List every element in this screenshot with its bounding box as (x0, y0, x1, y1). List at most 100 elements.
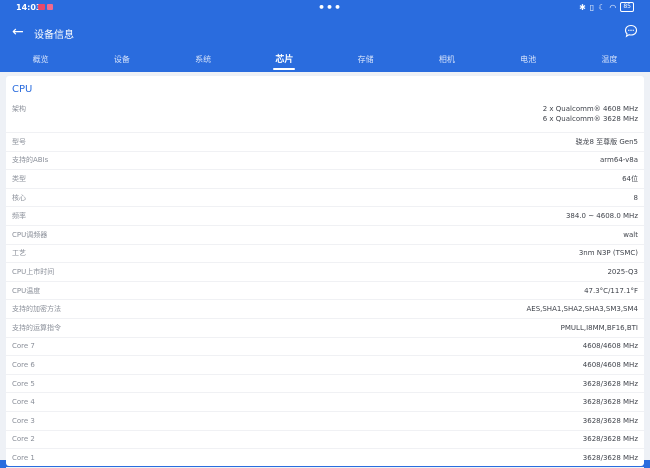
vibrate-icon: ▯ (589, 2, 595, 12)
info-row-value: 3628/3628 MHz (583, 379, 638, 389)
info-row: CPU调频器 walt (6, 226, 644, 245)
info-row-value-line: walt (623, 230, 638, 239)
info-row-value: 2 x Qualcomm® 4608 MHz 6 x Qualcomm® 3628… (543, 104, 638, 124)
info-row: 型号 骁龙8 至尊版 Gen5 (6, 133, 644, 152)
tab-battery[interactable]: 电池 (488, 50, 569, 70)
info-row-value: 384.0 ~ 4608.0 MHz (566, 211, 638, 221)
info-row-label: CPU上市时间 (12, 267, 55, 276)
info-row-value: 4608/4608 MHz (583, 360, 638, 370)
info-row-label: 工艺 (12, 249, 26, 258)
info-row-value-line: 8 (633, 193, 638, 202)
more-dots-icon[interactable]: ••• (318, 1, 342, 14)
info-row: 支持的加密方法 AES,SHA1,SHA2,SHA3,SM3,SM4 (6, 300, 644, 319)
info-row-value-line: 64位 (622, 174, 638, 183)
info-row-value: arm64-v8a (600, 155, 638, 165)
info-row-label: 架构 (12, 105, 26, 113)
info-row-value: 骁龙8 至尊版 Gen5 (575, 137, 638, 147)
info-row-value-line: arm64-v8a (600, 156, 638, 165)
tab-chip[interactable]: 芯片 (244, 50, 325, 70)
info-row-value: 4608/4608 MHz (583, 341, 638, 351)
info-row-label: 类型 (12, 174, 26, 183)
info-row-label: 频率 (12, 212, 26, 221)
info-row-label: 支持的加密方法 (12, 305, 61, 314)
info-row-value-line: 2 x Qualcomm® 4608 MHz (542, 105, 638, 113)
info-row-value-line: 384.0 ~ 4608.0 MHz (565, 212, 638, 221)
info-row-value: 3628/3628 MHz (583, 397, 638, 407)
tab-system[interactable]: 系统 (163, 50, 244, 70)
info-row: CPU温度 47.3°C/117.1°F (6, 282, 644, 301)
moon-icon: ☾ (598, 2, 606, 12)
info-row-value: 2025-Q3 (607, 267, 638, 277)
info-row: Core 6 4608/4608 MHz (6, 356, 644, 375)
info-row: 频率 384.0 ~ 4608.0 MHz (6, 207, 644, 226)
cpu-card: CPU 架构 2 x Qualcomm® 4608 MHz 6 x Qualcomm… (6, 76, 644, 468)
info-row-label: Core 5 (12, 379, 35, 388)
info-row-label: 型号 (12, 137, 26, 146)
info-row: Core 4 3628/3628 MHz (6, 393, 644, 412)
info-row: 核心 8 (6, 189, 644, 208)
info-row: Core 2 3628/3628 MHz (6, 431, 644, 450)
tab-overview[interactable]: 概览 (0, 50, 81, 70)
info-row-label: Core 4 (12, 398, 35, 407)
info-row-value-line: 骁龙8 至尊版 Gen5 (575, 137, 638, 146)
info-row-value-line: 3628/3628 MHz (582, 398, 638, 407)
info-row-label: Core 3 (12, 416, 35, 425)
info-row-value-line: 3628/3628 MHz (582, 453, 638, 462)
tab-bar: 概览 设备 系统 芯片 存储 相机 电池 温度 (0, 50, 650, 70)
back-arrow-icon[interactable]: ← (12, 24, 24, 40)
info-row: Core 7 4608/4608 MHz (6, 338, 644, 357)
cpu-info-list: 架构 2 x Qualcomm® 4608 MHz 6 x Qualcomm® 36… (6, 102, 644, 468)
info-row-value-line: 6 x Qualcomm® 3628 MHz (542, 115, 638, 123)
content-area: CPU 架构 2 x Qualcomm® 4608 MHz 6 x Qualcomm… (0, 72, 650, 468)
info-row-label: Core 6 (12, 360, 35, 369)
info-row-value-line: 3nm N3P (TSMC) (578, 249, 638, 258)
info-row: 支持的运算指令 PMULL,I8MM,BF16,BTI (6, 319, 644, 338)
info-row-value: PMULL,I8MM,BF16,BTI (561, 323, 638, 333)
info-row-value-line: PMULL,I8MM,BF16,BTI (560, 323, 638, 332)
info-row-value-line: 3628/3628 MHz (582, 379, 638, 388)
info-row-value-line: 3628/3628 MHz (582, 435, 638, 444)
info-row-value: 8 (634, 193, 638, 203)
info-row-label: CPU温度 (12, 286, 41, 295)
info-row: 支持的ABIs arm64-v8a (6, 152, 644, 171)
app-bar: ← 设备信息 (0, 16, 650, 50)
info-row-value-line: 2025-Q3 (607, 267, 638, 276)
bluetooth-icon: ✱ (579, 2, 586, 12)
info-row-value: AES,SHA1,SHA2,SHA3,SM3,SM4 (526, 304, 638, 314)
info-row: Core 3 3628/3628 MHz (6, 412, 644, 431)
info-row-value: 3628/3628 MHz (583, 416, 638, 426)
info-row: Core 5 3628/3628 MHz (6, 375, 644, 394)
tab-device[interactable]: 设备 (81, 50, 162, 70)
info-row-value: walt (623, 230, 638, 240)
info-row: 类型 64位 (6, 170, 644, 189)
info-row: 架构 2 x Qualcomm® 4608 MHz 6 x Qualcomm® 36… (6, 102, 644, 133)
info-row-value-line: 4608/4608 MHz (582, 360, 638, 369)
info-row-value: 3628/3628 MHz (583, 453, 638, 463)
wifi-icon: ◠ (609, 2, 617, 12)
app-notification-icon (47, 4, 53, 10)
status-bar: 14:03 ••• ✱ ▯ ☾ ◠ 85 (0, 0, 650, 16)
info-row-value: 3nm N3P (TSMC) (579, 248, 638, 258)
info-row: CPU上市时间 2025-Q3 (6, 263, 644, 282)
info-row-value: 47.3°C/117.1°F (584, 286, 638, 296)
info-row-label: 支持的运算指令 (12, 323, 61, 332)
info-row-value-line: 3628/3628 MHz (582, 416, 638, 425)
info-row: 工艺 3nm N3P (TSMC) (6, 245, 644, 264)
info-row-value: 64位 (622, 174, 638, 184)
tab-storage[interactable]: 存储 (325, 50, 406, 70)
status-icons: ✱ ▯ ☾ ◠ 85 (579, 2, 634, 12)
info-row: Core 1 3628/3628 MHz (6, 449, 644, 468)
info-row-value-line: 47.3°C/117.1°F (584, 286, 638, 295)
info-row-label: 支持的ABIs (12, 156, 49, 165)
tab-camera[interactable]: 相机 (406, 50, 487, 70)
tab-temperature[interactable]: 温度 (569, 50, 650, 70)
info-row-label: CPU调频器 (12, 230, 48, 239)
app-notification-icon (38, 4, 45, 10)
notification-icons (38, 4, 53, 10)
info-row-label: Core 2 (12, 435, 35, 444)
info-row-label: Core 1 (12, 453, 35, 462)
feedback-chat-icon[interactable] (624, 24, 638, 38)
info-row-value-line: AES,SHA1,SHA2,SHA3,SM3,SM4 (526, 305, 638, 314)
info-row-label: 核心 (12, 193, 26, 202)
info-row-label: Core 7 (12, 342, 35, 351)
